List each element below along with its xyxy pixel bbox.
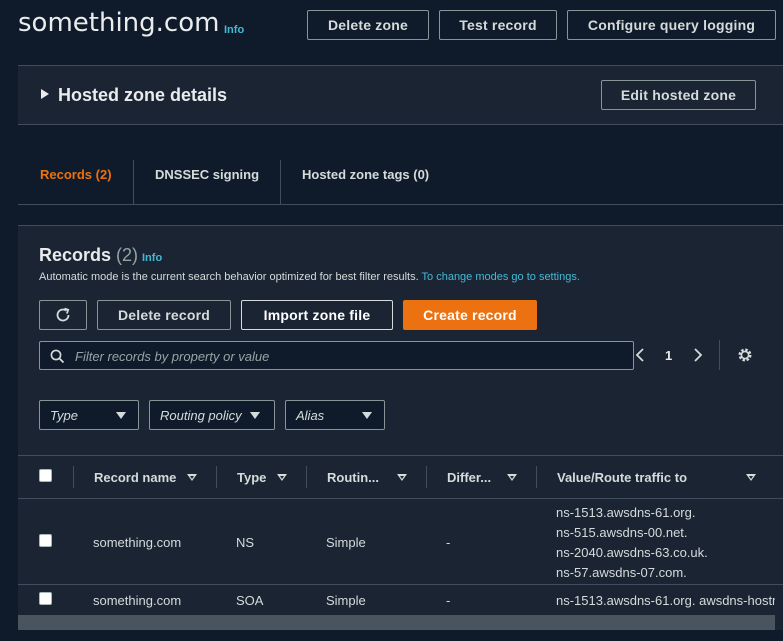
select-all-checkbox[interactable] <box>39 469 52 482</box>
sort-icon[interactable] <box>507 474 517 481</box>
alias-filter-label: Alias <box>296 407 325 423</box>
chevron-down-icon <box>250 412 260 419</box>
record-value-clip: ns-1513.awsdns-61.org. awsdns-hostmaster… <box>556 590 775 612</box>
expand-caret-icon[interactable] <box>41 89 49 99</box>
differentiator-cell: - <box>446 593 451 608</box>
search-input[interactable]: Filter records by property or value <box>75 349 269 364</box>
import-zone-file-button[interactable]: Import zone file <box>241 300 393 330</box>
routing-policy-filter-label: Routing policy <box>160 407 242 423</box>
record-value-line: ns-2040.awsdns-63.co.uk. <box>556 545 708 560</box>
row-checkbox[interactable] <box>39 534 52 547</box>
delete-zone-button[interactable]: Delete zone <box>307 10 429 40</box>
sort-icon[interactable] <box>277 474 287 481</box>
records-title: Records (2) <box>39 245 138 266</box>
record-type-cell: NS <box>236 535 255 550</box>
page-title: something.com <box>18 8 220 38</box>
records-title-text: Records <box>39 245 112 265</box>
record-value-line: ns-515.awsdns-00.net. <box>556 525 688 540</box>
column-divider <box>426 466 427 488</box>
tab-dnssec-signing[interactable]: DNSSEC signing <box>155 167 259 182</box>
test-record-button[interactable]: Test record <box>439 10 557 40</box>
pagination-divider <box>719 340 720 370</box>
record-type-cell: SOA <box>236 593 264 608</box>
create-record-button[interactable]: Create record <box>403 300 537 330</box>
tab-divider <box>133 160 134 204</box>
sort-icon[interactable] <box>187 474 197 481</box>
column-header-routing[interactable]: Routin... <box>327 470 379 485</box>
hosted-zone-details-title[interactable]: Hosted zone details <box>58 85 227 106</box>
routing-policy-cell: Simple <box>326 535 366 550</box>
record-value-line: ns-57.awsdns-07.com. <box>556 565 687 580</box>
routing-policy-filter-select[interactable]: Routing policy <box>149 400 275 430</box>
type-filter-select[interactable]: Type <box>39 400 139 430</box>
record-value-line: ns-1513.awsdns-61.org. <box>556 505 696 520</box>
records-count: (2) <box>116 245 139 265</box>
title-info-link[interactable]: Info <box>224 24 244 36</box>
type-filter-label: Type <box>50 407 78 423</box>
record-value-line: ns-1513.awsdns-61.org. awsdns-hostmaster… <box>556 593 775 608</box>
tabs-underline <box>18 204 783 205</box>
table-header-border <box>18 498 783 499</box>
chevron-down-icon <box>116 412 126 419</box>
column-divider <box>536 466 537 488</box>
records-description: Automatic mode is the current search beh… <box>39 271 580 283</box>
gear-icon[interactable] <box>736 346 754 364</box>
records-description-text: Automatic mode is the current search beh… <box>39 271 419 283</box>
record-name-cell: something.com <box>93 593 182 608</box>
chevron-down-icon <box>362 412 372 419</box>
search-icon <box>50 349 65 364</box>
delete-record-button[interactable]: Delete record <box>97 300 231 330</box>
page-number[interactable]: 1 <box>665 348 672 363</box>
tab-hosted-zone-tags[interactable]: Hosted zone tags (0) <box>302 167 429 182</box>
refresh-button[interactable] <box>39 300 87 330</box>
sort-icon[interactable] <box>746 474 756 481</box>
records-info-link[interactable]: Info <box>142 252 162 264</box>
column-divider <box>306 466 307 488</box>
alias-filter-select[interactable]: Alias <box>285 400 385 430</box>
differentiator-cell: - <box>446 535 451 550</box>
tab-records[interactable]: Records (2) <box>40 167 112 182</box>
column-header-type[interactable]: Type <box>237 470 266 485</box>
sort-icon[interactable] <box>397 474 407 481</box>
refresh-icon <box>56 307 70 322</box>
tab-divider <box>280 160 281 204</box>
configure-query-logging-button[interactable]: Configure query logging <box>567 10 776 40</box>
settings-link[interactable]: To change modes go to settings. <box>422 271 580 283</box>
column-header-value[interactable]: Value/Route traffic to <box>557 470 687 485</box>
routing-policy-cell: Simple <box>326 593 366 608</box>
row-checkbox[interactable] <box>39 592 52 605</box>
row-divider <box>18 584 783 585</box>
record-name-cell: something.com <box>93 535 182 550</box>
column-divider <box>216 466 217 488</box>
table-top-border <box>18 455 783 456</box>
column-divider <box>73 466 74 488</box>
search-box[interactable]: Filter records by property or value <box>39 341 634 370</box>
prev-page-icon[interactable] <box>634 347 646 363</box>
column-header-differentiator[interactable]: Differ... <box>447 470 491 485</box>
next-page-icon[interactable] <box>692 347 704 363</box>
edit-hosted-zone-button[interactable]: Edit hosted zone <box>601 80 756 110</box>
horizontal-scrollbar[interactable] <box>18 615 775 630</box>
column-header-record-name[interactable]: Record name <box>94 470 176 485</box>
